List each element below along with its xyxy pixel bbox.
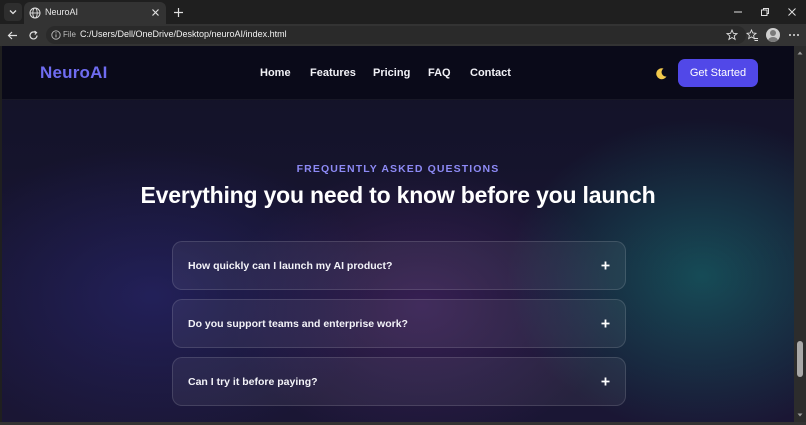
faq-item[interactable]: Can I try it before paying? [172,357,626,406]
reload-icon [28,30,38,40]
back-button[interactable] [4,27,20,43]
browser-tab[interactable]: NeuroAI [24,2,166,24]
close-icon [151,8,159,16]
close-icon [788,8,796,16]
nav-link-contact[interactable]: Contact [470,67,511,79]
url-field[interactable]: File C:/Users/Dell/OneDrive/Desktop/neur… [46,26,746,44]
plus-icon [173,7,183,17]
vertical-scrollbar[interactable] [794,46,806,422]
close-window-button[interactable] [783,3,801,21]
reload-button[interactable] [25,27,41,43]
tab-close-button[interactable] [148,5,162,19]
star-icon[interactable] [726,29,738,41]
plus-icon [601,377,610,386]
site-navbar: NeuroAI Home Features Pricing FAQ Contac… [2,46,794,100]
faq-question: Do you support teams and enterprise work… [188,318,408,330]
favorites-button[interactable] [745,28,759,42]
faq-item[interactable]: How quickly can I launch my AI product? [172,241,626,290]
section-eyebrow: FREQUENTLY ASKED QUESTIONS [296,163,500,175]
faq-question: How quickly can I launch my AI product? [188,260,393,272]
url-text: C:/Users/Dell/OneDrive/Desktop/neuroAI/i… [80,29,287,39]
moon-icon[interactable] [654,67,668,81]
nav-link-features[interactable]: Features [310,67,356,79]
tab-actions-menu-button[interactable] [4,3,22,21]
new-tab-button[interactable] [170,4,186,20]
faq-question: Can I try it before paying? [188,376,318,388]
info-icon [51,30,61,40]
page-viewport: NeuroAI Home Features Pricing FAQ Contac… [2,46,794,422]
scrollbar-thumb[interactable] [797,341,803,377]
globe-icon [29,7,41,19]
tab-title: NeuroAI [45,7,79,17]
tab-strip: NeuroAI [0,0,806,24]
plus-icon [601,261,610,270]
section-headline: Everything you need to know before you l… [140,182,656,208]
brand-logo[interactable]: NeuroAI [40,63,108,83]
plus-icon [601,319,610,328]
more-options-button[interactable] [787,28,801,42]
minimize-button[interactable] [729,3,747,21]
address-bar: File C:/Users/Dell/OneDrive/Desktop/neur… [0,24,806,46]
restore-icon [761,8,769,16]
profile-avatar[interactable] [766,28,780,42]
arrow-left-icon [7,31,17,39]
url-scheme-label: File [63,30,76,39]
nav-link-faq[interactable]: FAQ [428,67,451,79]
minimize-icon [734,11,742,13]
nav-link-home[interactable]: Home [260,67,291,79]
favorites-icon [745,28,758,41]
get-started-button[interactable]: Get Started [678,59,758,87]
chevron-down-icon [9,10,17,15]
more-horizontal-icon [789,34,799,36]
nav-link-pricing[interactable]: Pricing [373,67,410,79]
scroll-up-icon[interactable] [797,50,803,56]
restore-button[interactable] [756,3,774,21]
faq-item[interactable]: Do you support teams and enterprise work… [172,299,626,348]
scroll-down-icon[interactable] [797,412,803,418]
